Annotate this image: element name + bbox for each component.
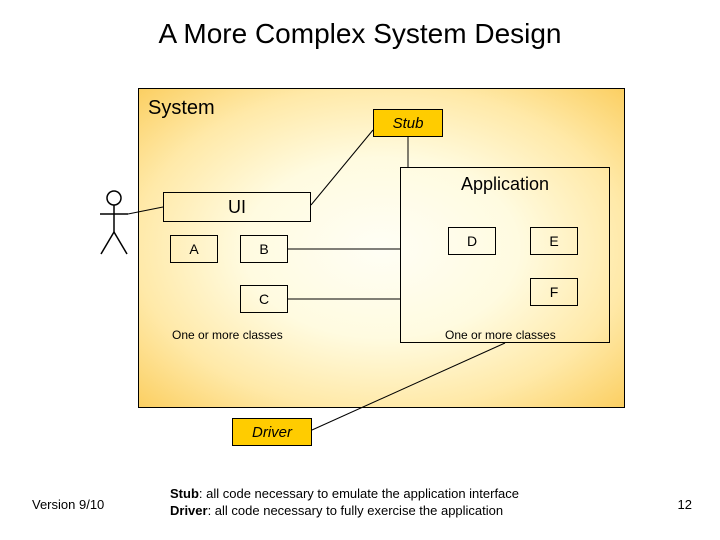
box-c-label: C — [259, 291, 269, 307]
ui-label: UI — [228, 197, 246, 218]
stub-box: Stub — [373, 109, 443, 137]
slide-title: A More Complex System Design — [0, 18, 720, 50]
driver-label: Driver — [252, 424, 292, 441]
stub-def: : all code necessary to emulate the appl… — [199, 486, 519, 501]
driver-def-label: Driver — [170, 503, 208, 518]
app-caption: One or more classes — [445, 328, 556, 342]
driver-box: Driver — [232, 418, 312, 446]
box-d-label: D — [467, 233, 477, 249]
box-b-label: B — [259, 241, 268, 257]
box-c: C — [240, 285, 288, 313]
version-label: Version 9/10 — [32, 497, 104, 512]
box-f: F — [530, 278, 578, 306]
box-b: B — [240, 235, 288, 263]
box-f-label: F — [550, 284, 559, 300]
driver-def: : all code necessary to fully exercise t… — [208, 503, 504, 518]
box-e-label: E — [549, 233, 558, 249]
page-number: 12 — [678, 497, 692, 512]
actor-icon — [97, 190, 131, 256]
stub-def-label: Stub — [170, 486, 199, 501]
definitions: Stub: all code necessary to emulate the … — [170, 485, 519, 520]
ui-caption: One or more classes — [172, 328, 283, 342]
box-a-label: A — [189, 241, 198, 257]
box-e: E — [530, 227, 578, 255]
system-label: System — [148, 97, 215, 120]
box-a: A — [170, 235, 218, 263]
box-d: D — [448, 227, 496, 255]
application-box: Application — [400, 167, 610, 343]
stub-label: Stub — [393, 115, 424, 132]
ui-box: UI — [163, 192, 311, 222]
application-label: Application — [401, 174, 609, 195]
